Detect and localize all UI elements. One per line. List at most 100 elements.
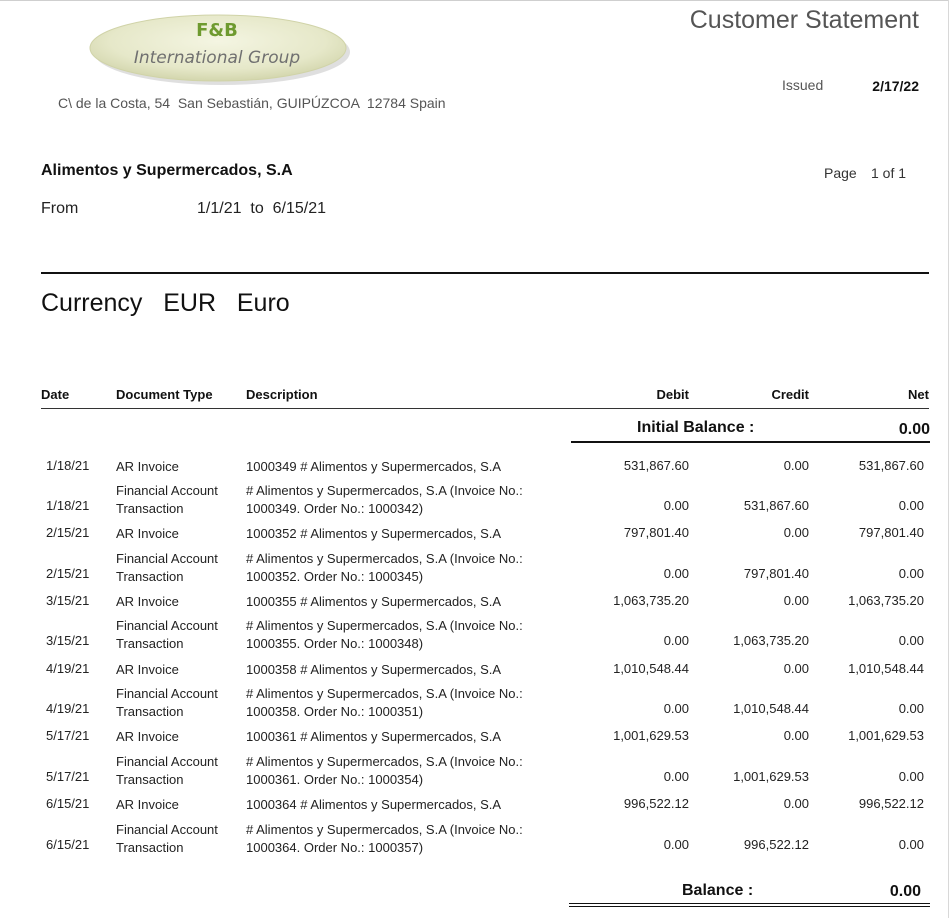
cell-debit: 0.00 <box>663 769 689 784</box>
cell-credit: 0.00 <box>783 525 809 540</box>
cell-document-type: Financial Account Transaction <box>116 686 218 719</box>
column-header-description: Description <box>246 387 318 402</box>
cell-document-type: AR Invoice <box>116 459 179 474</box>
company-logo: F&B International Group <box>88 10 356 90</box>
cell-net: 531,867.60 <box>858 458 924 473</box>
initial-balance-label: Initial Balance : <box>637 419 755 436</box>
initial-balance-value: 0.00 <box>898 421 930 438</box>
issued-label: Issued <box>782 77 824 93</box>
cell-credit: 0.00 <box>783 661 809 676</box>
cell-description: # Alimentos y Supermercados, S.A (Invoic… <box>246 686 523 719</box>
cell-debit: 1,010,548.44 <box>613 661 689 676</box>
cell-credit: 0.00 <box>783 458 809 473</box>
cell-date: 6/15/21 <box>46 837 90 852</box>
cell-date: 5/17/21 <box>46 728 90 743</box>
cell-description: 1000355 # Alimentos y Supermercados, S.A <box>246 594 502 609</box>
cell-net: 0.00 <box>898 566 924 581</box>
table-header-rule <box>41 408 929 409</box>
column-header-debit: Debit <box>656 387 690 402</box>
currency-heading: Currency EUR Euro <box>41 289 290 317</box>
cell-date: 2/15/21 <box>46 525 90 540</box>
cell-document-type: AR Invoice <box>116 594 179 609</box>
column-header-credit: Credit <box>771 387 809 402</box>
cell-document-type: Financial Account Transaction <box>116 822 218 855</box>
cell-description: 1000358 # Alimentos y Supermercados, S.A <box>246 662 502 677</box>
cell-description: 1000349 # Alimentos y Supermercados, S.A <box>246 459 502 474</box>
cell-credit: 1,001,629.53 <box>733 769 809 784</box>
cell-date: 5/17/21 <box>46 769 90 784</box>
logo-subtitle-text: International Group <box>133 48 301 68</box>
page-number: 1 of 1 <box>871 165 907 181</box>
cell-debit: 797,801.40 <box>623 525 689 540</box>
section-divider <box>41 272 929 274</box>
cell-credit: 1,063,735.20 <box>733 633 809 648</box>
page-top-border <box>0 0 949 1</box>
cell-date: 1/18/21 <box>46 498 90 513</box>
cell-net: 0.00 <box>898 498 924 513</box>
column-header-date: Date <box>41 387 70 402</box>
cell-net: 0.00 <box>898 769 924 784</box>
document-title: Customer Statement <box>689 6 919 34</box>
cell-debit: 0.00 <box>663 701 689 716</box>
cell-description: # Alimentos y Supermercados, S.A (Invoic… <box>246 754 523 787</box>
cell-credit: 1,010,548.44 <box>733 701 809 716</box>
company-address: C\ de la Costa, 54 San Sebastián, GUIPÚZ… <box>58 95 446 111</box>
cell-document-type: AR Invoice <box>116 662 179 677</box>
from-label: From <box>41 200 79 217</box>
cell-net: 1,063,735.20 <box>848 593 924 608</box>
page-label: Page <box>824 165 857 181</box>
column-header-document-type: Document Type <box>116 387 213 402</box>
cell-document-type: AR Invoice <box>116 729 179 744</box>
cell-date: 3/15/21 <box>46 593 90 608</box>
customer-name: Alimentos y Supermercados, S.A <box>41 162 293 179</box>
issued-date: 2/17/22 <box>872 78 919 94</box>
cell-document-type: AR Invoice <box>116 526 179 541</box>
cell-net: 797,801.40 <box>858 525 924 540</box>
balance-label: Balance : <box>682 882 754 899</box>
cell-date: 6/15/21 <box>46 796 90 811</box>
date-range: 1/1/21 to 6/15/21 <box>197 200 326 217</box>
logo-brand-text: F&B <box>196 20 238 41</box>
cell-description: # Alimentos y Supermercados, S.A (Invoic… <box>246 551 523 584</box>
cell-debit: 1,001,629.53 <box>613 728 689 743</box>
cell-document-type: Financial Account Transaction <box>116 483 218 516</box>
cell-date: 3/15/21 <box>46 633 90 648</box>
cell-date: 4/19/21 <box>46 701 90 716</box>
cell-net: 1,010,548.44 <box>848 661 924 676</box>
balance-rule-bottom <box>569 906 930 907</box>
cell-description: # Alimentos y Supermercados, S.A (Invoic… <box>246 822 523 855</box>
initial-balance-rule <box>571 441 930 443</box>
cell-date: 1/18/21 <box>46 458 90 473</box>
balance-value: 0.00 <box>889 883 921 900</box>
cell-net: 1,001,629.53 <box>848 728 924 743</box>
cell-document-type: Financial Account Transaction <box>116 754 218 787</box>
cell-date: 4/19/21 <box>46 661 90 676</box>
cell-net: 0.00 <box>898 701 924 716</box>
cell-description: # Alimentos y Supermercados, S.A (Invoic… <box>246 618 523 651</box>
cell-description: # Alimentos y Supermercados, S.A (Invoic… <box>246 483 523 516</box>
cell-debit: 1,063,735.20 <box>613 593 689 608</box>
cell-description: 1000352 # Alimentos y Supermercados, S.A <box>246 526 502 541</box>
cell-credit: 0.00 <box>783 796 809 811</box>
cell-net: 0.00 <box>898 633 924 648</box>
cell-net: 996,522.12 <box>858 796 924 811</box>
cell-credit: 797,801.40 <box>743 566 809 581</box>
cell-document-type: AR Invoice <box>116 797 179 812</box>
cell-document-type: Financial Account Transaction <box>116 551 218 584</box>
cell-description: 1000361 # Alimentos y Supermercados, S.A <box>246 729 502 744</box>
cell-debit: 531,867.60 <box>623 458 689 473</box>
cell-debit: 0.00 <box>663 837 689 852</box>
cell-date: 2/15/21 <box>46 566 90 581</box>
cell-debit: 0.00 <box>663 566 689 581</box>
cell-debit: 0.00 <box>663 633 689 648</box>
cell-debit: 996,522.12 <box>623 796 689 811</box>
column-header-net: Net <box>908 387 929 402</box>
cell-credit: 0.00 <box>783 593 809 608</box>
cell-debit: 0.00 <box>663 498 689 513</box>
cell-credit: 996,522.12 <box>743 837 809 852</box>
balance-rule-top <box>569 903 930 904</box>
cell-credit: 0.00 <box>783 728 809 743</box>
cell-description: 1000364 # Alimentos y Supermercados, S.A <box>246 797 502 812</box>
cell-credit: 531,867.60 <box>743 498 809 513</box>
cell-document-type: Financial Account Transaction <box>116 618 218 651</box>
